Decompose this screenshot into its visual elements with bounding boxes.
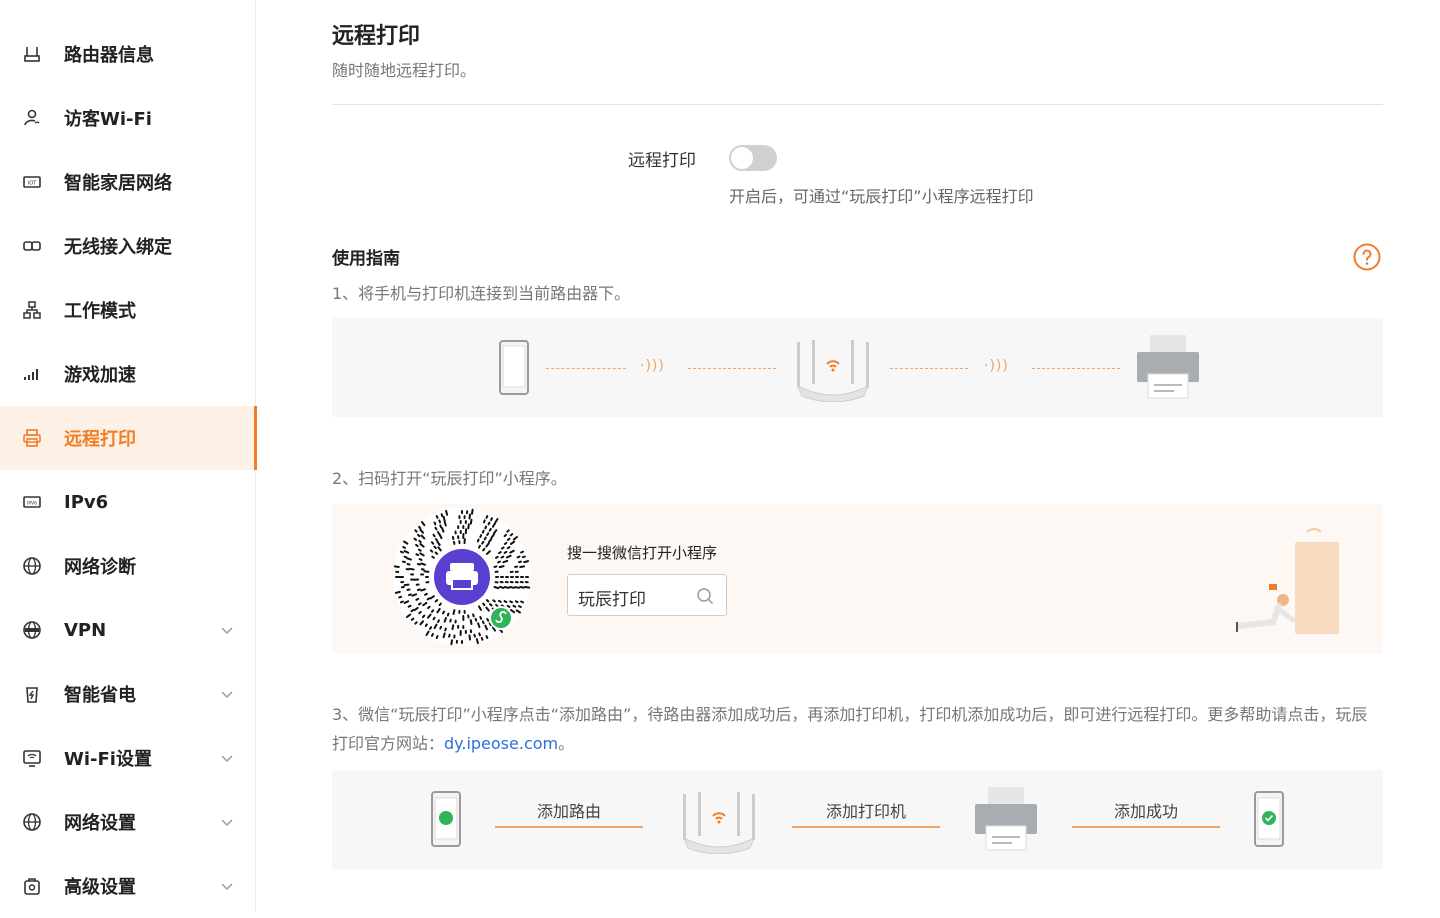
advanced-settings-icon — [22, 876, 42, 896]
sidebar-item-label: 工作模式 — [64, 297, 136, 323]
sidebar-item-label: 网络诊断 — [64, 553, 136, 579]
router-icon — [680, 790, 758, 854]
search-text: 玩辰打印 — [578, 585, 646, 610]
topology-icon — [22, 300, 42, 320]
sidebar-item-label: 高级设置 — [64, 873, 136, 899]
guide-step-3: 3、微信“玩辰打印”小程序点击“添加路由”，待路由器添加成功后，再添加打印机，打… — [332, 700, 1383, 758]
sidebar-item-6[interactable]: 远程打印 — [0, 406, 256, 470]
sidebar-item-10[interactable]: 智能省电 — [0, 662, 256, 726]
router-icon — [794, 338, 872, 402]
flow-connector — [792, 826, 940, 828]
globe-icon — [22, 812, 42, 832]
toggle-knob — [731, 147, 753, 169]
flow-step-success: 添加成功 — [1072, 798, 1220, 822]
chevron-down-icon[interactable] — [220, 879, 234, 893]
dashed-connector — [890, 368, 968, 369]
sidebar-item-label: 智能家居网络 — [64, 169, 172, 195]
chevron-down-icon[interactable] — [220, 751, 234, 765]
signal-wave-icon: ·))) — [984, 358, 1009, 374]
dashed-connector — [1032, 368, 1120, 369]
svg-text:IPV6: IPV6 — [27, 501, 37, 507]
phone-success-icon — [1254, 791, 1284, 847]
globe-icon — [22, 556, 42, 576]
wifi-settings-icon — [22, 748, 42, 768]
main-content: 远程打印 随时随地远程打印。 远程打印 开启后，可通过“玩辰打印”小程序远程打印… — [332, 0, 1383, 912]
page-subtitle: 随时随地远程打印。 — [332, 57, 476, 81]
chevron-down-icon[interactable] — [220, 623, 234, 637]
sidebar-item-label: IPv6 — [64, 492, 108, 513]
printer-icon — [974, 786, 1038, 852]
vpn-globe-icon — [22, 620, 42, 640]
svg-text:IOT: IOT — [28, 181, 37, 187]
chevron-down-icon[interactable] — [220, 687, 234, 701]
qr-label: 搜一搜微信打开小程序 — [567, 542, 717, 563]
connection-diagram: ·))) ·))) — [332, 318, 1383, 417]
phone-miniprogram-icon — [431, 791, 461, 847]
router-icon — [22, 44, 42, 64]
sidebar-item-7[interactable]: IPV6 IPv6 — [0, 470, 256, 534]
divider — [332, 104, 1383, 105]
flow-step-add-router: 添加路由 — [495, 798, 643, 822]
guide-step-2: 2、扫码打开“玩辰打印”小程序。 — [332, 464, 1383, 493]
sidebar-item-label: 远程打印 — [64, 425, 136, 451]
sidebar-item-label: 智能省电 — [64, 681, 136, 707]
help-icon[interactable] — [1353, 243, 1381, 271]
setup-flow-diagram: 添加路由 添加打印机 添加成功 — [332, 770, 1383, 869]
sidebar-item-2[interactable]: IOT 智能家居网络 — [0, 150, 256, 214]
sidebar-item-8[interactable]: 网络诊断 — [0, 534, 256, 598]
chevron-down-icon[interactable] — [220, 815, 234, 829]
iot-icon: IOT — [22, 172, 42, 192]
mini-program-search-box: 玩辰打印 — [567, 574, 727, 616]
page-title: 远程打印 — [332, 18, 420, 50]
sidebar-item-4[interactable]: 工作模式 — [0, 278, 256, 342]
dashed-connector — [688, 368, 776, 369]
sidebar-item-label: VPN — [64, 620, 106, 641]
guide-title: 使用指南 — [332, 244, 400, 269]
phone-icon — [499, 340, 529, 395]
ipv6-icon: IPV6 — [22, 492, 42, 512]
sidebar-item-12[interactable]: 网络设置 — [0, 790, 256, 854]
remote-print-toggle-label: 远程打印 — [628, 146, 696, 171]
sidebar-item-13[interactable]: 高级设置 — [0, 854, 256, 918]
power-save-icon — [22, 684, 42, 704]
printer-icon — [1136, 334, 1200, 400]
link-icon — [22, 236, 42, 256]
sidebar-item-9[interactable]: VPN — [0, 598, 256, 662]
sidebar-item-3[interactable]: 无线接入绑定 — [0, 214, 256, 278]
sidebar-item-label: 无线接入绑定 — [64, 233, 172, 259]
official-site-link[interactable]: dy.ipeose.com — [444, 734, 558, 753]
guest-icon — [22, 108, 42, 128]
sidebar-item-label: 游戏加速 — [64, 361, 136, 387]
sidebar-item-11[interactable]: Wi-Fi设置 — [0, 726, 256, 790]
person-illustration — [1227, 522, 1347, 640]
sidebar-item-label: 网络设置 — [64, 809, 136, 835]
sidebar-item-5[interactable]: 游戏加速 — [0, 342, 256, 406]
sidebar: 路由器信息访客Wi-Fi IOT 智能家居网络无线接入绑定工作模式游戏加速远程打印 I… — [0, 0, 256, 912]
toggle-hint: 开启后，可通过“玩辰打印”小程序远程打印 — [729, 183, 1034, 207]
flow-connector — [1072, 826, 1220, 828]
flow-step-add-printer: 添加打印机 — [792, 798, 940, 822]
flow-connector — [495, 826, 643, 828]
guide-step-1: 1、将手机与打印机连接到当前路由器下。 — [332, 279, 1383, 308]
printer-icon — [22, 428, 42, 448]
sidebar-item-1[interactable]: 访客Wi-Fi — [0, 86, 256, 150]
sidebar-item-0[interactable]: 路由器信息 — [0, 22, 256, 86]
sidebar-item-label: 访客Wi-Fi — [64, 105, 152, 131]
remote-print-toggle[interactable] — [729, 145, 777, 171]
qr-panel: 搜一搜微信打开小程序 玩辰打印 — [332, 504, 1383, 654]
sidebar-item-label: 路由器信息 — [64, 41, 154, 67]
mini-program-qr-code[interactable] — [392, 507, 532, 647]
signal-bars-icon — [22, 364, 42, 384]
dashed-connector — [546, 368, 626, 369]
search-icon — [696, 587, 714, 605]
step-3-end: 。 — [558, 734, 574, 753]
sidebar-item-label: Wi-Fi设置 — [64, 745, 152, 771]
signal-wave-icon: ·))) — [640, 358, 665, 374]
